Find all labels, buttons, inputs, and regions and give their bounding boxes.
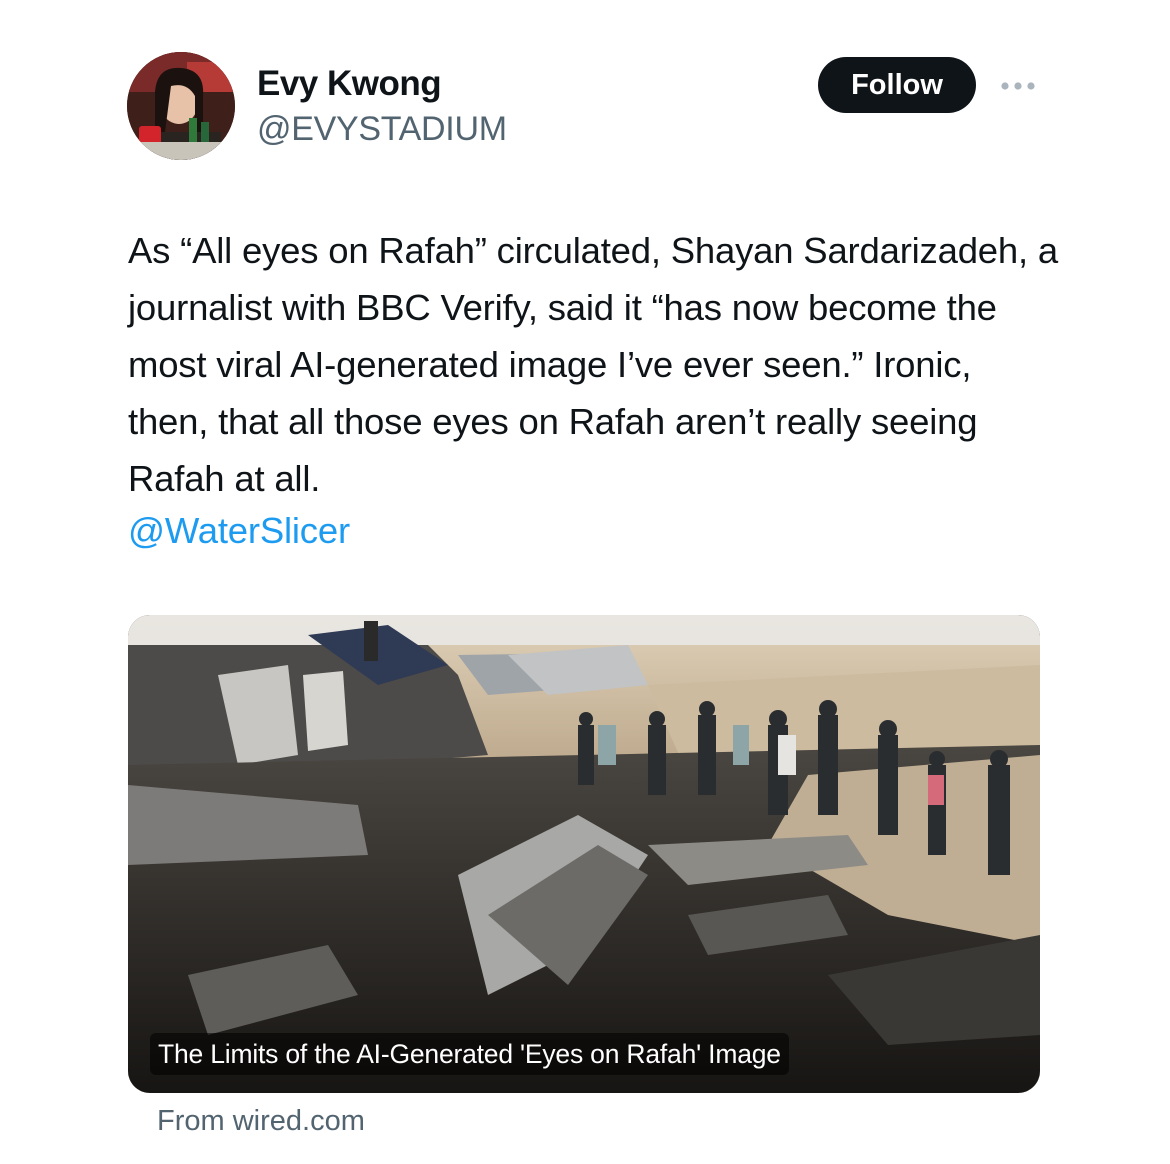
more-dots-icon xyxy=(1001,82,1035,90)
display-name[interactable]: Evy Kwong xyxy=(257,64,442,104)
more-options-button[interactable] xyxy=(996,72,1040,100)
user-handle[interactable]: @EVYSTADIUM xyxy=(257,110,507,149)
tweet-text: As “All eyes on Rafah” circulated, Shaya… xyxy=(128,230,1058,499)
link-card-source[interactable]: From wired.com xyxy=(157,1105,365,1138)
tweet-card: Evy Kwong @EVYSTADIUM Follow As “All eye… xyxy=(0,0,1170,1164)
avatar-image xyxy=(127,52,235,160)
link-card-title: The Limits of the AI-Generated 'Eyes on … xyxy=(150,1033,789,1075)
link-card[interactable]: The Limits of the AI-Generated 'Eyes on … xyxy=(128,615,1040,1093)
mention-link[interactable]: @WaterSlicer xyxy=(128,508,350,554)
link-card-image xyxy=(128,615,1040,1093)
follow-button[interactable]: Follow xyxy=(818,57,976,113)
avatar[interactable] xyxy=(127,52,235,160)
